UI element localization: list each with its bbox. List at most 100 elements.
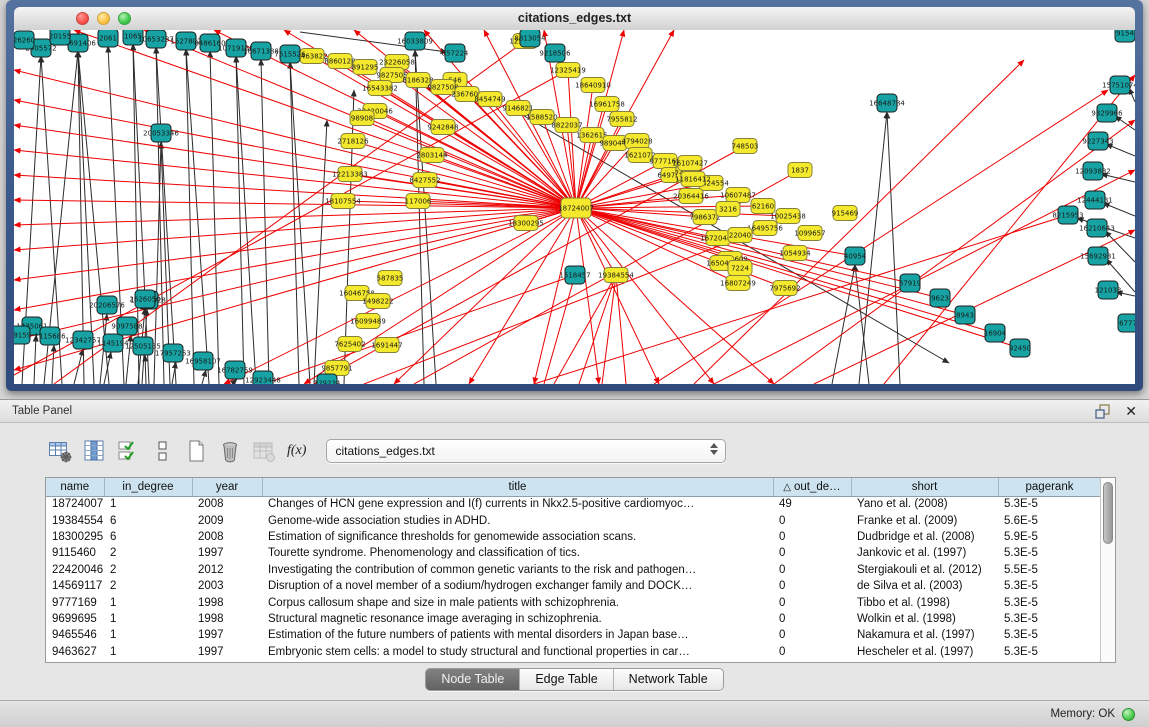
table-cell[interactable]: 5.9E-5 bbox=[998, 529, 1101, 545]
table-cell[interactable]: 2012 bbox=[192, 562, 262, 578]
column-header-short[interactable]: short bbox=[851, 478, 998, 496]
table-scrollbar[interactable] bbox=[1100, 478, 1115, 662]
table-cell[interactable]: Stergiakouli et al. (2012) bbox=[851, 562, 998, 578]
table-cell[interactable]: Hescheler et al. (1997) bbox=[851, 644, 998, 660]
table-cell[interactable]: 14569117 bbox=[46, 578, 104, 594]
table-cell[interactable]: Dudbridge et al. (2008) bbox=[851, 529, 998, 545]
table-cell[interactable]: 2 bbox=[104, 578, 192, 594]
tab-network-table[interactable]: Network Table bbox=[613, 669, 723, 690]
column-header-in_degree[interactable]: in_degree bbox=[104, 478, 192, 496]
table-cell[interactable]: Investigating the contribution of common… bbox=[262, 562, 773, 578]
table-cell[interactable]: 1 bbox=[104, 594, 192, 610]
table-cell[interactable]: 2009 bbox=[192, 512, 262, 528]
table-cell[interactable]: 0 bbox=[773, 529, 851, 545]
tab-edge-table[interactable]: Edge Table bbox=[519, 669, 612, 690]
table-cell[interactable]: 6 bbox=[104, 529, 192, 545]
column-header-pagerank[interactable]: pagerank bbox=[998, 478, 1101, 496]
table-row[interactable]: 1872400712008Changes of HCN gene express… bbox=[46, 496, 1101, 512]
table-cell[interactable]: 0 bbox=[773, 644, 851, 660]
table-cell[interactable]: Changes of HCN gene expression and I(f) … bbox=[262, 496, 773, 512]
table-cell[interactable]: 0 bbox=[773, 512, 851, 528]
table-cell[interactable]: 1 bbox=[104, 611, 192, 627]
table-cell[interactable]: 1998 bbox=[192, 594, 262, 610]
table-cell[interactable]: Corpus callosum shape and size in male p… bbox=[262, 594, 773, 610]
table-cell[interactable]: Nakamura et al. (1997) bbox=[851, 627, 998, 643]
table-cell[interactable]: Tibbo et al. (1998) bbox=[851, 594, 998, 610]
float-panel-icon[interactable] bbox=[1094, 403, 1111, 419]
table-cell[interactable]: 18724007 bbox=[46, 496, 104, 512]
table-cell[interactable]: Estimation of the future numbers of pati… bbox=[262, 627, 773, 643]
table-cell[interactable]: 5.3E-5 bbox=[998, 594, 1101, 610]
table-cell[interactable]: 0 bbox=[773, 545, 851, 561]
table-cell[interactable]: 5.6E-5 bbox=[998, 512, 1101, 528]
table-cell[interactable]: 5.3E-5 bbox=[998, 644, 1101, 660]
delete-table-icon[interactable] bbox=[215, 437, 245, 465]
table-cell[interactable]: 0 bbox=[773, 627, 851, 643]
table-cell[interactable]: 5.3E-5 bbox=[998, 611, 1101, 627]
table-cell[interactable]: Franke et al. (2009) bbox=[851, 512, 998, 528]
table-row[interactable]: 977716911998Corpus callosum shape and si… bbox=[46, 594, 1101, 610]
tab-node-table[interactable]: Node Table bbox=[426, 669, 519, 690]
table-cell[interactable]: 1 bbox=[104, 644, 192, 660]
table-selector[interactable]: citations_edges.txt bbox=[326, 439, 726, 463]
table-row[interactable]: 1830029562008Estimation of significance … bbox=[46, 529, 1101, 545]
table-cell[interactable]: 5.3E-5 bbox=[998, 545, 1101, 561]
memory-indicator-icon[interactable] bbox=[1122, 708, 1135, 721]
table-cell[interactable]: Wolkin et al. (1998) bbox=[851, 611, 998, 627]
table-cell[interactable]: 9465546 bbox=[46, 627, 104, 643]
table-cell[interactable]: 9777169 bbox=[46, 594, 104, 610]
close-panel-icon[interactable]: ✕ bbox=[1125, 404, 1137, 418]
table-cell[interactable]: Genome-wide association studies in ADHD. bbox=[262, 512, 773, 528]
table-cell[interactable]: Disruption of a novel member of a sodium… bbox=[262, 578, 773, 594]
table-cell[interactable]: 19384554 bbox=[46, 512, 104, 528]
table-cell[interactable]: 1997 bbox=[192, 627, 262, 643]
table-row[interactable]: 946362711997Embryonic stem cells: a mode… bbox=[46, 644, 1101, 660]
table-row[interactable]: 911546021997Tourette syndrome. Phenomeno… bbox=[46, 545, 1101, 561]
table-cell[interactable]: 1997 bbox=[192, 644, 262, 660]
column-select-icon[interactable] bbox=[79, 437, 109, 465]
table-cell[interactable]: 5.5E-5 bbox=[998, 562, 1101, 578]
select-rows-icon[interactable] bbox=[113, 437, 143, 465]
table-cell[interactable]: 0 bbox=[773, 562, 851, 578]
network-canvas[interactable]: 7463822886012889129523226058982750581863… bbox=[14, 30, 1135, 384]
scrollbar-thumb[interactable] bbox=[1103, 482, 1113, 544]
attribute-table[interactable]: namein_degreeyeartitle△out_de…shortpager… bbox=[46, 478, 1102, 660]
table-cell[interactable]: 1 bbox=[104, 496, 192, 512]
import-table-icon[interactable] bbox=[249, 437, 279, 465]
table-cell[interactable]: Jankovic et al. (1997) bbox=[851, 545, 998, 561]
table-cell[interactable]: 18300295 bbox=[46, 529, 104, 545]
new-table-icon[interactable] bbox=[181, 437, 211, 465]
table-cell[interactable]: 0 bbox=[773, 594, 851, 610]
table-cell[interactable]: 1997 bbox=[192, 545, 262, 561]
table-row[interactable]: 1456911722003Disruption of a novel membe… bbox=[46, 578, 1101, 594]
table-cell[interactable]: Yano et al. (2008) bbox=[851, 496, 998, 512]
table-cell[interactable]: Estimation of significance thresholds fo… bbox=[262, 529, 773, 545]
table-cell[interactable]: 2008 bbox=[192, 496, 262, 512]
column-header-title[interactable]: title bbox=[262, 478, 773, 496]
table-cell[interactable]: de Silva et al. (2003) bbox=[851, 578, 998, 594]
table-cell[interactable]: 22420046 bbox=[46, 562, 104, 578]
merge-rows-icon[interactable] bbox=[147, 437, 177, 465]
table-cell[interactable]: 2003 bbox=[192, 578, 262, 594]
table-cell[interactable]: 9463627 bbox=[46, 644, 104, 660]
table-row[interactable]: 2242004622012Investigating the contribut… bbox=[46, 562, 1101, 578]
function-builder-icon[interactable]: f(x) bbox=[287, 443, 306, 459]
table-cell[interactable]: 9699695 bbox=[46, 611, 104, 627]
table-cell[interactable]: 5.3E-5 bbox=[998, 578, 1101, 594]
column-header-name[interactable]: name bbox=[46, 478, 104, 496]
table-cell[interactable]: 6 bbox=[104, 512, 192, 528]
table-row[interactable]: 969969511998Structural magnetic resonanc… bbox=[46, 611, 1101, 627]
table-cell[interactable]: Embryonic stem cells: a model to study s… bbox=[262, 644, 773, 660]
column-header-out_de[interactable]: △out_de… bbox=[773, 478, 851, 496]
table-cell[interactable]: 0 bbox=[773, 611, 851, 627]
table-cell[interactable]: 5.3E-5 bbox=[998, 496, 1101, 512]
table-row[interactable]: 946554611997Estimation of the future num… bbox=[46, 627, 1101, 643]
table-row[interactable]: 1938455462009Genome-wide association stu… bbox=[46, 512, 1101, 528]
table-cell[interactable]: 2 bbox=[104, 562, 192, 578]
table-cell[interactable]: 0 bbox=[773, 578, 851, 594]
window-titlebar[interactable]: citations_edges.txt bbox=[14, 7, 1135, 31]
table-cell[interactable]: 9115460 bbox=[46, 545, 104, 561]
table-cell[interactable]: 5.3E-5 bbox=[998, 627, 1101, 643]
table-cell[interactable]: 1998 bbox=[192, 611, 262, 627]
table-cell[interactable]: 49 bbox=[773, 496, 851, 512]
